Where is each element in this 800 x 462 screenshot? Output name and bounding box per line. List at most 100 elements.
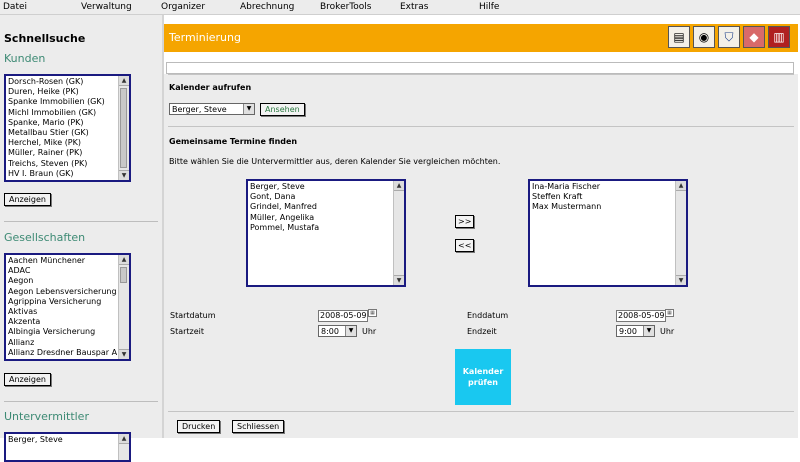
list-item[interactable]: Berger, Steve — [250, 182, 392, 192]
list-item[interactable]: Grindel, Manfred — [250, 202, 392, 212]
kalender-select[interactable]: Berger, Steve ▼ — [169, 103, 255, 115]
trash-icon[interactable]: ▥ — [768, 26, 790, 48]
add-button[interactable]: >> — [455, 215, 474, 228]
startzeit-label: Startzeit — [170, 327, 205, 336]
scroll-up-icon[interactable]: ▲ — [119, 255, 129, 265]
endzeit-label: Endzeit — [467, 327, 497, 336]
remove-button[interactable]: << — [455, 239, 474, 252]
list-item[interactable]: Albingia Versicherung — [8, 327, 117, 337]
untervermittler-list[interactable]: Berger, Steve ▲ — [4, 432, 131, 462]
list-item[interactable]: Michl Immobilien (GK) — [8, 108, 117, 118]
list-item[interactable]: Herchel, Mike (PK) — [8, 138, 117, 148]
divider — [168, 411, 794, 412]
scroll-up-icon[interactable]: ▲ — [119, 434, 129, 444]
list-item[interactable]: HV I. Braun (GK) — [8, 169, 117, 179]
startdatum-label: Startdatum — [170, 311, 216, 320]
startzeit-value: 8:00 — [321, 327, 339, 336]
list-item[interactable]: Aegon — [8, 276, 117, 286]
kalender-pruefen-button[interactable]: Kalender prüfen — [455, 349, 511, 405]
list-item[interactable]: Gont, Dana — [250, 192, 392, 202]
ansehen-button[interactable]: Ansehen — [260, 103, 305, 116]
list-item[interactable]: Akzenta — [8, 317, 117, 327]
kunden-heading: Kunden — [4, 52, 46, 65]
kunden-list[interactable]: Dorsch-Rosen (GK) Duren, Heike (PK) Span… — [4, 74, 131, 182]
list-item[interactable]: Treichs, Steven (PK) — [8, 159, 117, 169]
message-strip — [166, 62, 794, 74]
drucken-button[interactable]: Drucken — [177, 420, 221, 433]
endzeit-select[interactable]: 9:00 ▼ — [616, 325, 655, 337]
shield-icon[interactable]: ⛉ — [718, 26, 740, 48]
menu-organizer[interactable]: Organizer — [161, 2, 205, 12]
scroll-up-icon[interactable]: ▲ — [394, 181, 404, 191]
scroll-down-icon[interactable]: ▼ — [676, 275, 686, 285]
selected-scrollbar[interactable]: ▲ ▼ — [675, 181, 686, 285]
enddatum-label: Enddatum — [467, 311, 509, 320]
list-item[interactable]: Pommel, Mustafa — [250, 223, 392, 233]
menu-brokertools[interactable]: BrokerTools — [320, 2, 371, 12]
divider — [4, 401, 158, 402]
scroll-down-icon[interactable]: ▼ — [119, 170, 129, 180]
menu-extras[interactable]: Extras — [400, 2, 428, 12]
pink-card-icon[interactable]: ◆ — [743, 26, 765, 48]
list-item[interactable]: Berger, Steve — [8, 435, 117, 445]
divider — [168, 126, 794, 127]
chevron-down-icon[interactable]: ▼ — [243, 104, 254, 114]
gesellschaften-anzeigen-button[interactable]: Anzeigen — [4, 373, 51, 386]
list-item[interactable]: Dorsch-Rosen (GK) — [8, 77, 117, 87]
gesellschaften-list[interactable]: Aachen Münchener ADAC Aegon Aegon Lebens… — [4, 253, 131, 361]
startzeit-select[interactable]: 8:00 ▼ — [318, 325, 357, 337]
gesellschaften-scrollbar[interactable]: ▲ ▼ — [118, 255, 129, 359]
schliessen-button[interactable]: Schliessen — [232, 420, 285, 433]
selected-vermittler-list[interactable]: Ina-Maria Fischer Steffen Kraft Max Must… — [528, 179, 688, 287]
list-item[interactable]: Allianz — [8, 338, 117, 348]
startdatum-input[interactable]: 2008-05-09 — [318, 310, 368, 322]
divider — [168, 74, 794, 75]
chevron-down-icon[interactable]: ▼ — [345, 326, 356, 336]
list-item[interactable]: Aegon Lebensversicherungs — [8, 287, 117, 297]
list-item[interactable]: Spanke Immobilien (GK) — [8, 97, 117, 107]
scroll-up-icon[interactable]: ▲ — [119, 76, 129, 86]
calendar-icon[interactable]: ▦ — [665, 309, 674, 317]
list-item[interactable]: Allianz Dresdner Bauspar AG — [8, 348, 117, 358]
list-item[interactable]: Müller, Rainer (PK) — [8, 148, 117, 158]
list-item[interactable]: Max Mustermann — [532, 202, 674, 212]
untervermittler-heading: Untervermittler — [4, 410, 89, 423]
endzeit-value: 9:00 — [619, 327, 637, 336]
menu-hilfe[interactable]: Hilfe — [479, 2, 499, 12]
available-vermittler-list[interactable]: Berger, Steve Gont, Dana Grindel, Manfre… — [246, 179, 406, 287]
scroll-thumb[interactable] — [120, 88, 127, 168]
scroll-down-icon[interactable]: ▼ — [394, 275, 404, 285]
scroll-down-icon[interactable]: ▼ — [119, 349, 129, 359]
list-item[interactable]: Ina-Maria Fischer — [532, 182, 674, 192]
available-scrollbar[interactable]: ▲ ▼ — [393, 181, 404, 285]
instruction-text: Bitte wählen Sie die Untervermittler aus… — [169, 157, 501, 166]
endzeit-uhr-label: Uhr — [660, 327, 675, 336]
sidebar: Schnellsuche Kunden Dorsch-Rosen (GK) Du… — [0, 15, 162, 462]
menubar: Datei Verwaltung Organizer Abrechnung Br… — [0, 0, 800, 15]
kalender-select-value: Berger, Steve — [172, 105, 227, 114]
list-item[interactable]: Spanke, Mario (PK) — [8, 118, 117, 128]
gesellschaften-heading: Gesellschaften — [4, 231, 86, 244]
list-item[interactable]: Duren, Heike (PK) — [8, 87, 117, 97]
enddatum-input[interactable]: 2008-05-09 — [616, 310, 666, 322]
list-item[interactable]: Agrippina Versicherung — [8, 297, 117, 307]
list-item[interactable]: Aktivas — [8, 307, 117, 317]
menu-datei[interactable]: Datei — [3, 2, 27, 12]
list-item[interactable]: ADAC — [8, 266, 117, 276]
divider — [4, 221, 158, 222]
list-item[interactable]: Metallbau Stier (GK) — [8, 128, 117, 138]
list-item[interactable]: Steffen Kraft — [532, 192, 674, 202]
scroll-up-icon[interactable]: ▲ — [676, 181, 686, 191]
calendar-icon[interactable]: ▦ — [368, 309, 377, 317]
gemeinsame-heading: Gemeinsame Termine finden — [169, 137, 298, 146]
scroll-thumb[interactable] — [120, 267, 127, 283]
chevron-down-icon[interactable]: ▼ — [643, 326, 654, 336]
kunden-scrollbar[interactable]: ▲ ▼ — [118, 76, 129, 180]
list-item[interactable]: Aachen Münchener — [8, 256, 117, 266]
kunden-anzeigen-button[interactable]: Anzeigen — [4, 193, 51, 206]
menu-verwaltung[interactable]: Verwaltung — [81, 2, 132, 12]
list-item[interactable]: Müller, Angelika — [250, 213, 392, 223]
menu-abrechnung[interactable]: Abrechnung — [240, 2, 294, 12]
document-icon[interactable]: ▤ — [668, 26, 690, 48]
eye-icon[interactable]: ◉ — [693, 26, 715, 48]
